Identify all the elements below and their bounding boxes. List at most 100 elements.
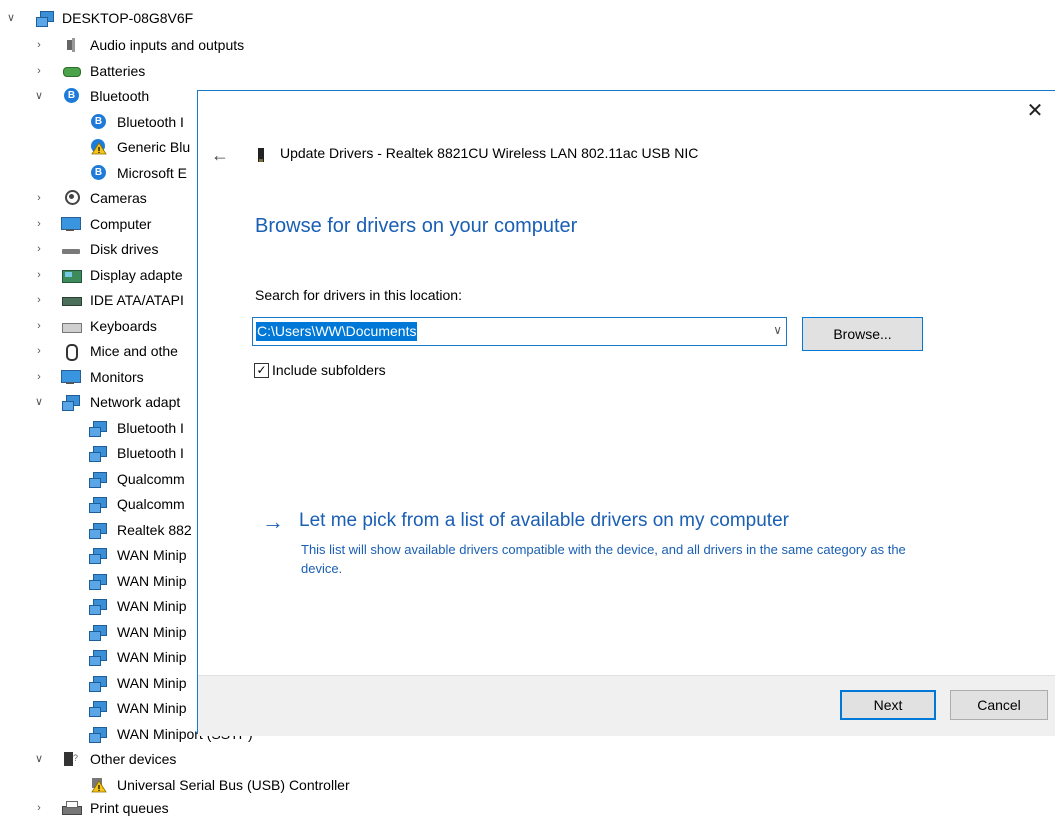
tree-item-ide[interactable]: › IDE ATA/ATAPI xyxy=(0,288,200,312)
chevron-right-icon[interactable]: › xyxy=(32,59,46,83)
tree-item-label: Computer xyxy=(90,216,152,232)
network-adapter-icon xyxy=(89,547,107,564)
next-button[interactable]: Next xyxy=(840,690,936,720)
display-adapter-icon xyxy=(62,267,82,283)
tree-item-net-child[interactable]: WAN Minip xyxy=(0,594,200,618)
pick-driver-description: This list will show available drivers co… xyxy=(301,542,906,576)
tree-item-label: Realtek 882 xyxy=(117,522,192,538)
network-adapter-icon xyxy=(89,649,107,666)
checkbox-checked-icon[interactable]: ✓ xyxy=(254,363,269,378)
location-combobox[interactable]: C:\Users\WW\Documents ∨ xyxy=(252,317,787,346)
tree-item-label: WAN Minip xyxy=(117,675,187,691)
arrow-right-icon[interactable]: → xyxy=(262,509,284,535)
tree-item-other-devices[interactable]: ∨ Other devices xyxy=(0,746,300,771)
tree-item-net-child[interactable]: WAN Minip xyxy=(0,569,200,593)
ide-controller-icon xyxy=(62,292,82,308)
tree-item-label: Cameras xyxy=(90,190,147,206)
chevron-right-icon[interactable]: › xyxy=(32,33,46,57)
tree-item-label: WAN Minip xyxy=(117,700,187,716)
unknown-device-icon xyxy=(62,746,80,770)
network-adapter-icon xyxy=(89,471,107,488)
tree-item-net-child[interactable]: Qualcomm xyxy=(0,492,200,516)
chevron-right-icon[interactable]: › xyxy=(32,237,46,261)
tree-item-label: Bluetooth I xyxy=(117,445,184,461)
tree-item-bt-child[interactable]: B Microsoft E xyxy=(0,161,200,185)
tree-item-display-adapters[interactable]: › Display adapte xyxy=(0,263,200,287)
network-adapter-icon xyxy=(89,496,107,513)
tree-item-network-adapters[interactable]: ∨ Network adapt xyxy=(0,390,200,414)
cancel-button[interactable]: Cancel xyxy=(950,690,1048,720)
browse-button[interactable]: Browse... xyxy=(802,317,923,351)
tree-item-net-child[interactable]: WAN Minip xyxy=(0,671,200,695)
usb-device-icon xyxy=(258,148,264,162)
chevron-down-icon[interactable]: ∨ xyxy=(4,6,18,30)
chevron-right-icon[interactable]: › xyxy=(32,314,46,338)
tree-item-label: WAN Minip xyxy=(117,649,187,665)
tree-item-net-child[interactable]: WAN Minip xyxy=(0,620,200,644)
network-adapter-icon xyxy=(89,598,107,615)
tree-item-print-queues[interactable]: › Print queues xyxy=(0,796,300,820)
tree-item-keyboards[interactable]: › Keyboards xyxy=(0,314,200,338)
tree-item-label: Audio inputs and outputs xyxy=(90,37,245,53)
chevron-right-icon[interactable]: › xyxy=(32,263,46,287)
chevron-right-icon[interactable]: › xyxy=(32,365,46,389)
network-adapter-icon xyxy=(89,522,107,539)
network-adapter-icon xyxy=(62,394,80,411)
chevron-right-icon[interactable]: › xyxy=(32,339,46,363)
network-adapter-icon xyxy=(89,700,107,717)
warning-icon xyxy=(91,778,107,793)
tree-item-monitors[interactable]: › Monitors xyxy=(0,365,200,389)
tree-item-audio[interactable]: › Audio inputs and outputs xyxy=(0,33,300,57)
tree-item-batteries[interactable]: › Batteries xyxy=(0,59,300,83)
chevron-right-icon[interactable]: › xyxy=(32,212,46,236)
tree-item-net-child[interactable]: Bluetooth I xyxy=(0,416,200,440)
chevron-down-icon[interactable]: ∨ xyxy=(32,84,46,108)
bluetooth-icon: B xyxy=(64,88,79,103)
include-subfolders-label[interactable]: Include subfolders xyxy=(272,362,386,378)
tree-item-cameras[interactable]: › Cameras xyxy=(0,186,200,210)
tree-item-usb-controller[interactable]: Universal Serial Bus (USB) Controller xyxy=(0,773,400,797)
tree-item-computer[interactable]: › Computer xyxy=(0,212,200,236)
tree-item-disk-drives[interactable]: › Disk drives xyxy=(0,237,200,261)
tree-item-label: Disk drives xyxy=(90,241,159,257)
back-arrow-icon[interactable]: ← xyxy=(208,143,232,167)
monitor-icon xyxy=(61,369,81,385)
chevron-right-icon[interactable]: › xyxy=(32,186,46,210)
dialog-footer: Next Cancel xyxy=(198,675,1055,736)
tree-item-label: Print queues xyxy=(90,800,169,816)
speaker-icon xyxy=(62,37,80,53)
tree-item-net-child[interactable]: WAN Minip xyxy=(0,645,200,669)
tree-item-bt-child[interactable]: Generic Blu xyxy=(0,135,200,159)
tree-item-label: Microsoft E xyxy=(117,165,188,181)
chevron-down-icon[interactable]: ∨ xyxy=(32,390,46,414)
tree-item-label: WAN Minip xyxy=(117,624,187,640)
tree-item-net-child[interactable]: WAN Minip xyxy=(0,696,200,720)
chevron-down-icon[interactable]: ∨ xyxy=(32,747,46,771)
tree-item-net-child[interactable]: Qualcomm xyxy=(0,467,200,491)
chevron-right-icon[interactable]: › xyxy=(32,796,46,820)
close-button[interactable]: ✕ xyxy=(1021,97,1049,125)
tree-item-net-child[interactable]: Realtek 882 xyxy=(0,518,200,542)
tree-item-mice[interactable]: › Mice and othe xyxy=(0,339,200,363)
tree-item-label: Batteries xyxy=(90,63,146,79)
chevron-right-icon[interactable]: › xyxy=(32,288,46,312)
network-adapter-icon xyxy=(89,726,107,743)
tree-item-net-child[interactable]: Bluetooth I xyxy=(0,441,200,465)
tree-item-label: Qualcomm xyxy=(117,496,185,512)
tree-item-label: Display adapte xyxy=(90,267,183,283)
printer-icon xyxy=(62,800,82,816)
bluetooth-icon: B xyxy=(91,114,106,129)
disk-drive-icon xyxy=(62,241,80,257)
tree-item-net-child[interactable]: WAN Minip xyxy=(0,543,200,567)
computer-network-icon xyxy=(36,10,54,27)
pick-driver-link[interactable]: Let me pick from a list of available dri… xyxy=(299,510,789,532)
location-input[interactable]: C:\Users\WW\Documents xyxy=(256,322,418,341)
tree-root[interactable]: ∨ DESKTOP-08G8V6F xyxy=(0,6,300,30)
tree-item-label: IDE ATA/ATAPI xyxy=(90,292,184,308)
tree-item-label: Generic Blu xyxy=(117,139,191,155)
keyboard-icon xyxy=(62,318,82,334)
tree-item-label: Universal Serial Bus (USB) Controller xyxy=(117,777,350,793)
tree-item-bt-child[interactable]: B Bluetooth I xyxy=(0,110,200,134)
chevron-down-icon[interactable]: ∨ xyxy=(773,323,782,337)
tree-item-label: Mice and othe xyxy=(90,343,178,359)
